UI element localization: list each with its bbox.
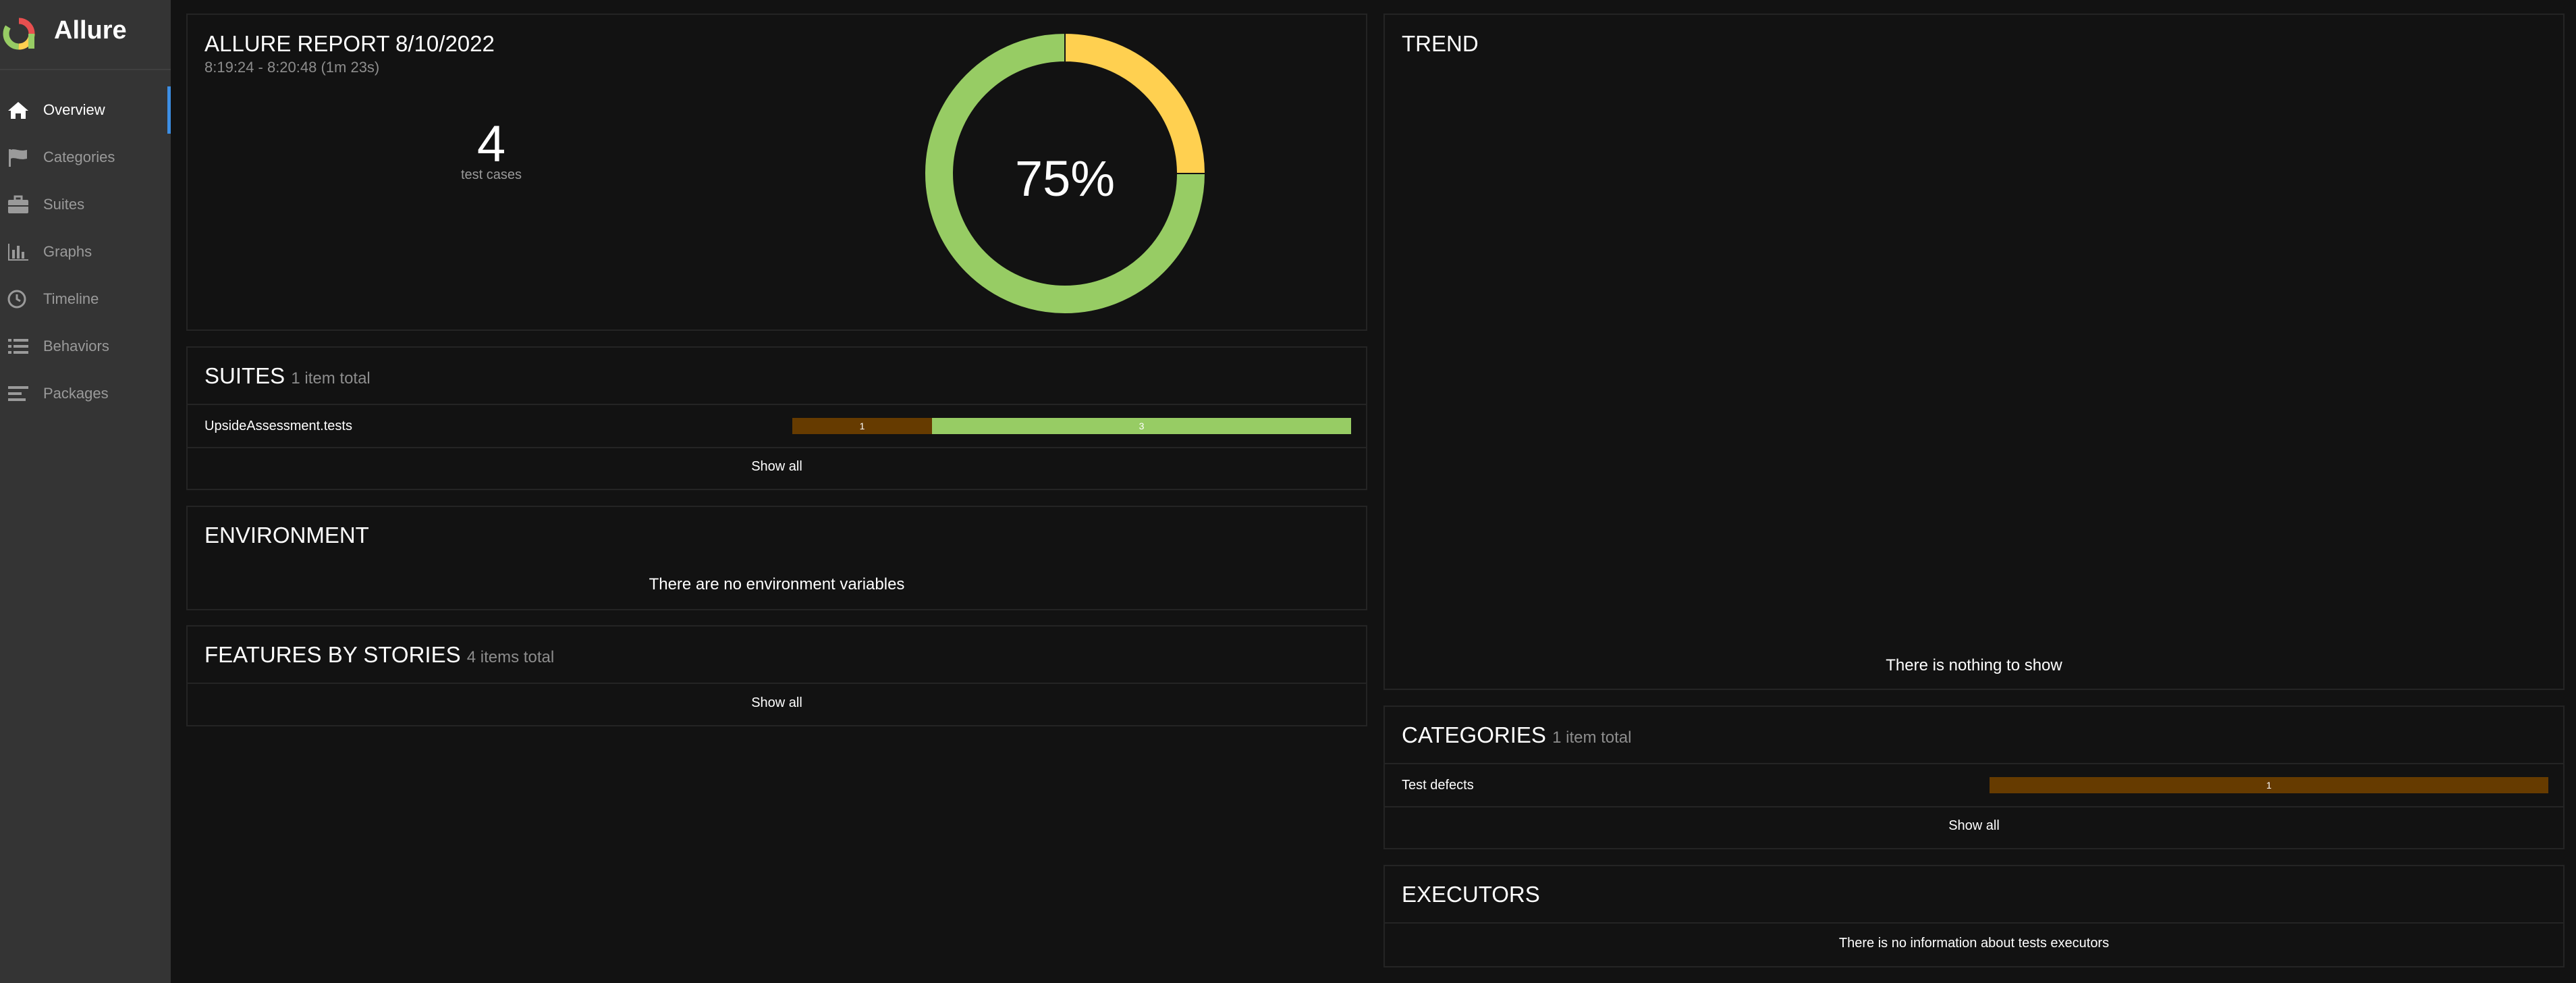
features-show-all-link[interactable]: Show all <box>188 695 1366 711</box>
sidebar-item-packages[interactable]: Packages <box>0 370 171 417</box>
suites-show-all-link[interactable]: Show all <box>188 459 1366 475</box>
passed-percent: 75% <box>1014 151 1116 207</box>
sidebar-item-behaviors[interactable]: Behaviors <box>0 323 171 370</box>
executors-title: EXECUTORS <box>1402 882 1540 907</box>
sidebar-nav: Overview Categories Suites Graphs Timeli… <box>0 86 171 417</box>
suite-name: UpsideAssessment.tests <box>204 419 352 433</box>
environment-empty-message: There are no environment variables <box>649 575 905 593</box>
environment-widget: ENVIRONMENT There are no environment var… <box>186 506 1367 610</box>
sidebar-item-label: Overview <box>43 101 105 118</box>
trend-empty-message: There is nothing to show <box>1886 656 2062 674</box>
category-defects-segment: 1 <box>1990 777 2548 793</box>
features-count: 4 items total <box>466 648 555 666</box>
allure-logo-icon <box>3 18 35 50</box>
sidebar-item-categories[interactable]: Categories <box>0 134 171 181</box>
category-name: Test defects <box>1402 778 1474 793</box>
sidebar-item-timeline[interactable]: Timeline <box>0 275 171 323</box>
suite-passed-segment: 3 <box>932 418 1351 434</box>
divider <box>188 447 1366 448</box>
suites-title-text: SUITES <box>204 363 285 388</box>
home-icon <box>8 102 28 119</box>
report-time: 8:19:24 - 8:20:48 (1m 23s) <box>204 59 380 76</box>
report-title: ALLURE REPORT 8/10/2022 <box>204 31 495 56</box>
category-row[interactable]: Test defects 1 <box>1385 764 2563 806</box>
suite-broken-segment: 1 <box>792 418 932 434</box>
sidebar-item-label: Suites <box>43 196 85 213</box>
divider <box>188 683 1366 684</box>
sidebar-item-label: Timeline <box>43 290 99 307</box>
summary-widget: ALLURE REPORT 8/10/2022 8:19:24 - 8:20:4… <box>186 14 1367 331</box>
features-title: FEATURES BY STORIES 4 items total <box>204 642 554 668</box>
suite-status-bar: 1 3 <box>792 418 1351 434</box>
trend-widget: TREND There is nothing to show <box>1383 14 2565 690</box>
categories-show-all-link[interactable]: Show all <box>1385 818 2563 834</box>
executors-empty-message: There is no information about tests exec… <box>1838 936 2110 951</box>
executors-widget: EXECUTORS There is no information about … <box>1383 865 2565 967</box>
sidebar-item-label: Graphs <box>43 243 92 260</box>
suites-count: 1 item total <box>291 369 371 388</box>
app-name: Allure <box>54 16 127 45</box>
categories-title: CATEGORIES 1 item total <box>1402 722 1631 748</box>
suites-widget: SUITES 1 item total UpsideAssessment.tes… <box>186 346 1367 490</box>
suites-title: SUITES 1 item total <box>204 363 371 389</box>
sidebar: Allure Overview Categories Suites Graphs… <box>0 0 171 983</box>
sidebar-item-label: Categories <box>43 149 115 165</box>
bar-chart-icon <box>8 244 28 261</box>
categories-title-text: CATEGORIES <box>1402 722 1546 747</box>
categories-widget: CATEGORIES 1 item total Test defects 1 S… <box>1383 706 2565 849</box>
sidebar-item-overview[interactable]: Overview <box>0 86 171 134</box>
sidebar-item-label: Behaviors <box>43 338 109 354</box>
trend-title: TREND <box>1402 31 1479 56</box>
brand[interactable]: Allure <box>0 0 171 70</box>
briefcase-icon <box>8 195 28 213</box>
features-title-text: FEATURES BY STORIES <box>204 642 461 667</box>
sidebar-item-suites[interactable]: Suites <box>0 181 171 228</box>
category-status-bar: 1 <box>1990 777 2548 793</box>
categories-count: 1 item total <box>1552 728 1632 747</box>
align-left-icon <box>8 386 28 401</box>
divider <box>1385 806 2563 807</box>
sidebar-item-graphs[interactable]: Graphs <box>0 228 171 275</box>
environment-title: ENVIRONMENT <box>204 523 369 548</box>
features-widget: FEATURES BY STORIES 4 items total Show a… <box>186 625 1367 726</box>
test-case-count-label: test cases <box>460 167 522 182</box>
suite-row[interactable]: UpsideAssessment.tests 1 3 <box>188 405 1366 447</box>
sidebar-item-label: Packages <box>43 385 109 402</box>
divider <box>1385 922 2563 924</box>
list-icon <box>8 339 28 354</box>
test-case-count: 4 <box>476 115 506 173</box>
clock-icon <box>7 290 26 309</box>
flag-icon <box>9 149 27 167</box>
